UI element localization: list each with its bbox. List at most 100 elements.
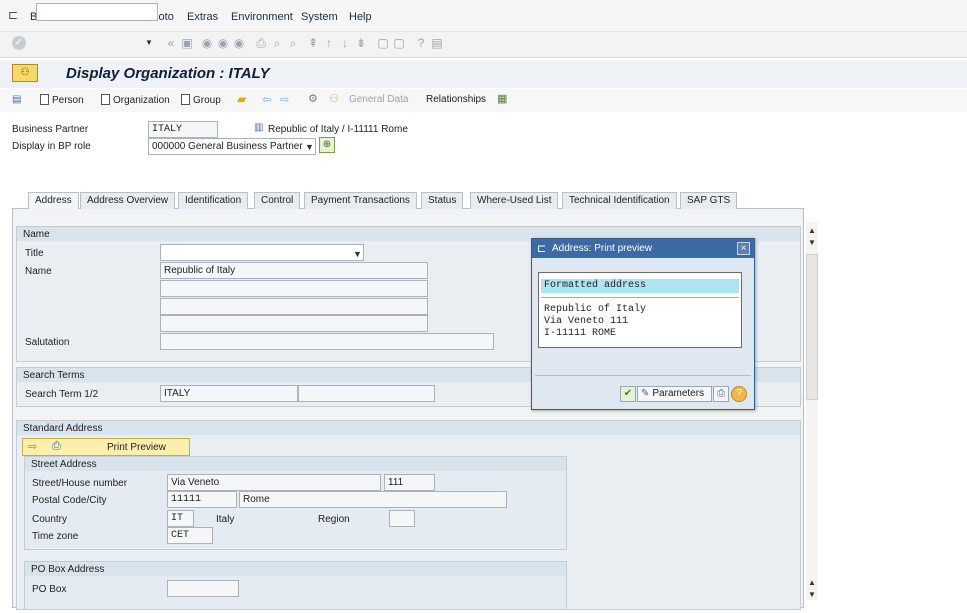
cancel-icon[interactable]: ? (731, 386, 747, 402)
last-page-icon[interactable]: ⇟ (354, 36, 368, 50)
parameters-button[interactable]: ✎ Parameters (637, 386, 712, 402)
scroll-down-icon[interactable]: ▼ (808, 590, 816, 599)
back-icon[interactable]: ◉ (200, 36, 214, 50)
tab-address[interactable]: Address (28, 192, 79, 209)
new-session-icon[interactable]: ▢ (376, 36, 390, 50)
address-line-3: I-11111 ROME (544, 328, 617, 339)
region-field[interactable] (389, 510, 415, 527)
exit-icon[interactable]: ◉ (216, 36, 230, 50)
settings-icon[interactable]: ⚙ (308, 92, 318, 105)
print-icon[interactable]: ⎙ (713, 386, 729, 402)
name-label: Name (25, 266, 52, 277)
country-name: Italy (216, 514, 235, 525)
switch-role-icon[interactable]: ⊕ (319, 137, 335, 153)
tab-identification[interactable]: Identification (178, 192, 249, 209)
search-term1-field[interactable]: ITALY (160, 385, 298, 402)
menu-help[interactable]: Help (349, 11, 372, 23)
dialog-divider (541, 297, 739, 298)
standard-address-heading: Standard Address (17, 421, 800, 435)
document-icon (181, 94, 190, 105)
formatted-address-heading: Formatted address (541, 279, 739, 293)
command-field[interactable] (36, 3, 158, 21)
bp-role-select[interactable]: 000000 General Business Partner (148, 138, 316, 155)
next-page-icon[interactable]: ↓ (338, 36, 352, 50)
tab-technical-identification[interactable]: Technical Identification (562, 192, 677, 209)
organization-icon: ▥ (254, 122, 264, 133)
tab-address-overview[interactable]: Address Overview (80, 192, 176, 209)
person-button[interactable]: Person (40, 94, 84, 106)
street-field[interactable]: Via Veneto (167, 474, 381, 491)
first-page-icon[interactable]: ⇞ (306, 36, 320, 50)
dialog-window-icon: ⊏ (537, 243, 547, 255)
country-label: Country (32, 514, 68, 525)
find-icon[interactable]: ⌕ (270, 36, 284, 50)
name1-field[interactable]: Republic of Italy (160, 262, 428, 279)
po-box-field[interactable] (167, 580, 239, 597)
business-partner-field[interactable]: ITALY (148, 121, 218, 138)
save-icon[interactable]: ▣ (180, 36, 194, 50)
organization-button[interactable]: Organization (101, 94, 170, 106)
name4-field[interactable] (160, 315, 428, 332)
next-arrow-icon[interactable]: ⇨ (280, 93, 289, 106)
switch-view-icon[interactable]: ▤ (12, 94, 21, 105)
address-line-1: Republic of Italy (544, 304, 647, 315)
cancel-icon[interactable]: ◉ (232, 36, 246, 50)
name3-field[interactable] (160, 298, 428, 315)
general-data-button[interactable]: General Data (349, 94, 408, 105)
bp-role-dropdown-icon[interactable]: ▼ (305, 142, 314, 152)
street-label: Street/House number (32, 478, 128, 489)
po-box-heading: PO Box Address (25, 562, 566, 576)
title-select[interactable] (160, 244, 364, 261)
help-icon[interactable]: ? (414, 36, 428, 50)
page-title: Display Organization : ITALY (66, 65, 270, 82)
menu-environment[interactable]: Environment (231, 11, 293, 23)
tab-control[interactable]: Control (254, 192, 301, 209)
enter-icon[interactable]: ✓ (12, 36, 26, 50)
print-icon[interactable]: ⎙ (254, 36, 268, 50)
timezone-field[interactable]: CET (167, 527, 213, 544)
command-dropdown-icon[interactable]: ▼ (145, 38, 153, 47)
print-preview-button[interactable]: Print Preview (107, 442, 166, 453)
scroll-up-icon[interactable]: ▲ (808, 226, 816, 235)
search-term-label: Search Term 1/2 (25, 389, 99, 400)
tab-status[interactable]: Status (421, 192, 464, 209)
bp-object-icon: ⚇ (12, 64, 38, 82)
tab-payment-transactions[interactable]: Payment Transactions (304, 192, 417, 209)
layout-icon[interactable]: ▤ (430, 36, 444, 50)
previous-page-icon[interactable]: ↑ (322, 36, 336, 50)
shortcut-icon[interactable]: ▢ (392, 36, 406, 50)
country-field[interactable]: IT (167, 510, 194, 527)
transfer-icon[interactable]: ⇨ (28, 440, 37, 453)
history-icon[interactable]: « (164, 36, 178, 50)
search-term2-field[interactable] (298, 385, 435, 402)
group-button[interactable]: Group (181, 94, 221, 106)
menu-system[interactable]: System (301, 11, 338, 23)
scroll-thumb[interactable] (806, 254, 818, 400)
menu-icon[interactable]: ⊏ (8, 8, 18, 22)
folder-icon[interactable]: ▰ (237, 92, 246, 106)
previous-arrow-icon[interactable]: ⇦ (262, 93, 271, 106)
relationships-button[interactable]: Relationships (426, 94, 486, 105)
po-box-label: PO Box (32, 584, 67, 595)
find-next-icon[interactable]: ⌕ (286, 36, 300, 50)
business-partner-description: Republic of Italy / I-11111 Rome (268, 124, 408, 135)
where-used-icon[interactable]: ▦ (497, 92, 507, 105)
dialog-title: Address: Print preview (532, 239, 754, 258)
timezone-label: Time zone (32, 531, 79, 542)
tab-sap-gts[interactable]: SAP GTS (680, 192, 738, 209)
confirm-icon[interactable]: ✔ (620, 386, 636, 402)
pencil-icon: ✎ (641, 388, 650, 399)
house-number-field[interactable]: 111 (384, 474, 435, 491)
title-dropdown-icon[interactable]: ▼ (353, 249, 362, 259)
document-icon (101, 94, 110, 105)
scroll-up-page-icon[interactable]: ▼ (808, 238, 816, 247)
close-icon[interactable]: × (737, 242, 750, 255)
tab-where-used-list[interactable]: Where-Used List (470, 192, 559, 209)
name2-field[interactable] (160, 280, 428, 297)
menu-extras[interactable]: Extras (187, 11, 218, 23)
salutation-field[interactable] (160, 333, 494, 350)
bp-role-label: Display in BP role (12, 141, 91, 152)
city-field[interactable]: Rome (239, 491, 507, 508)
postal-code-field[interactable]: 11111 (167, 491, 237, 508)
scroll-down-page-icon[interactable]: ▲ (808, 578, 816, 587)
